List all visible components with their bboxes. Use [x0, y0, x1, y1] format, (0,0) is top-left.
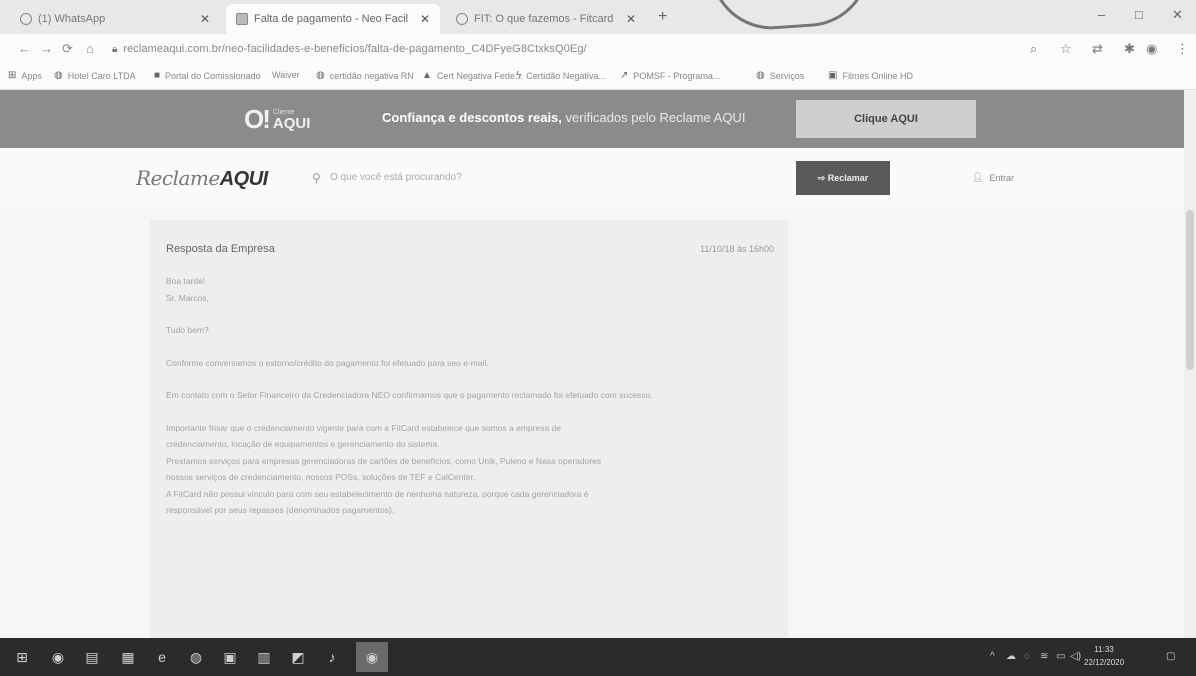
menu-kebab-icon[interactable]: ⋮: [1176, 41, 1189, 57]
bookmark-cert-federal[interactable]: ▲ Cert Negativa Fede...: [422, 70, 522, 81]
response-date: 11/10/18 às 16h00: [700, 244, 774, 254]
browser-toolbar: ← → ⟳ ⌂ 🔒︎ reclameaqui.com.br/neo-facili…: [0, 34, 1196, 64]
globe-icon: ◍: [54, 70, 63, 81]
globe-icon: ◍: [316, 70, 325, 81]
maximize-button[interactable]: □: [1135, 7, 1143, 22]
clique-aqui-button[interactable]: Clique AQUI: [796, 100, 976, 138]
tab-close-icon[interactable]: ✕: [626, 12, 636, 26]
search-input[interactable]: [330, 168, 750, 186]
response-paragraph: Prestamos serviços para empresas gerenci…: [166, 455, 602, 466]
response-paragraph: credenciamento, locação de equipamentos …: [166, 439, 440, 449]
megaphone-icon: ⇨: [817, 172, 828, 183]
response-greeting: Boa tarde!: [166, 276, 206, 286]
response-card: Resposta da Empresa 11/10/18 às 16h00 Bo…: [150, 220, 788, 638]
response-paragraph: Importante frisar que o credenciamento v…: [166, 422, 561, 433]
response-paragraph: nossos serviços de credenciamento, nosso…: [166, 472, 476, 482]
response-salutation: Sr. Marcos,: [166, 292, 209, 303]
response-paragraph: A FitCard não possui vínculo para com se…: [166, 488, 589, 499]
battery-icon[interactable]: ▭: [1056, 651, 1065, 662]
entrar-link[interactable]: 👤︎ Entrar: [972, 172, 1014, 183]
chrome-icon[interactable]: ◉: [48, 647, 68, 667]
translate-icon[interactable]: ⇄: [1092, 41, 1103, 57]
bolt-icon: ϟ: [516, 70, 522, 81]
tab-falta-de-pagamento[interactable]: Falta de pagamento - Neo Facil ✕: [226, 4, 440, 34]
drive-icon: ▲: [422, 70, 432, 81]
reclameaqui-favicon-icon: [236, 13, 248, 25]
reclamar-button[interactable]: ⇨ Reclamar: [796, 161, 890, 195]
forward-arrow-icon[interactable]: →: [40, 41, 53, 56]
edge-icon[interactable]: e: [152, 647, 172, 667]
taskbar-clock[interactable]: 11:33 22/12/2020: [1084, 643, 1124, 669]
groove-icon[interactable]: ♪: [322, 647, 342, 667]
profile-avatar-icon[interactable]: ◉: [1146, 41, 1157, 57]
new-tab-button[interactable]: +: [658, 8, 667, 26]
fitcard-favicon-icon: [456, 13, 468, 25]
tab-close-icon[interactable]: ✕: [420, 12, 430, 26]
whatsapp-favicon-icon: [20, 13, 32, 25]
chrome-running-icon[interactable]: ◉: [356, 642, 388, 672]
reload-icon[interactable]: ⟳: [62, 41, 73, 57]
bookmark-waiver[interactable]: Waiver: [272, 70, 300, 80]
promo-headline: Confiança e descontos reais, verificados…: [382, 110, 746, 125]
bookmark-filmes[interactable]: ▣ Filmes Online HD: [828, 70, 913, 81]
bookmark-square-icon: ■: [154, 70, 161, 81]
user-icon: 👤︎: [972, 172, 984, 182]
response-paragraph: responsável por seus repasses (denominad…: [166, 505, 395, 515]
paint-icon[interactable]: ◩: [288, 647, 308, 667]
bookmarks-bar: ⊞ Apps ◍ Hotel Caro LTDA ■ Portal do Comiss…: [0, 64, 1196, 90]
tab-strip: (1) WhatsApp ✕ Falta de pagamento - Neo …: [0, 0, 1196, 34]
bookmark-hotel[interactable]: ◍ Hotel Caro LTDA: [54, 70, 136, 81]
response-title: Resposta da Empresa: [166, 243, 275, 255]
address-bar[interactable]: 🔒︎ reclameaqui.com.br/neo-facilidades-e-…: [112, 39, 1012, 59]
tab-whatsapp[interactable]: (1) WhatsApp ✕: [10, 4, 220, 34]
link-icon: ↗: [620, 70, 629, 81]
globe-icon: ◍: [756, 70, 765, 81]
tab-close-icon[interactable]: ✕: [200, 12, 210, 26]
bookmark-star-icon[interactable]: ☆: [1060, 41, 1072, 57]
home-icon[interactable]: ⌂: [86, 41, 94, 56]
excel-icon[interactable]: ▦: [118, 647, 138, 667]
response-body: Boa tarde! Sr. Marcos, Tudo bem? Conform…: [166, 273, 776, 519]
cliente-aqui-logo: O! Cliente AQUI: [244, 104, 311, 134]
response-paragraph: Conforme conversamos o estorno/crédito d…: [166, 357, 489, 368]
file-explorer-icon[interactable]: ▤: [82, 647, 102, 667]
page-scrollbar[interactable]: [1184, 90, 1196, 638]
reclame-aqui-logo[interactable]: ReclameAQUI: [136, 166, 268, 191]
antivirus-icon[interactable]: ◌: [1024, 651, 1030, 662]
bookmark-certidao-negativa[interactable]: ϟ Certidão Negativa...: [516, 70, 606, 81]
tray-chevron-icon[interactable]: ^: [990, 651, 995, 662]
scroll-thumb[interactable]: [1186, 210, 1194, 370]
bookmark-apps[interactable]: ⊞ Apps: [8, 70, 42, 81]
windows-start-icon[interactable]: ⊞: [12, 647, 32, 667]
word-icon[interactable]: ▥: [254, 647, 274, 667]
search-lens-icon[interactable]: ⌕: [1030, 41, 1037, 57]
notification-icon[interactable]: ▢: [1166, 651, 1175, 662]
promo-banner: O! Cliente AQUI Confiança e descontos re…: [0, 90, 1196, 148]
response-paragraph: Tudo bem?: [166, 325, 209, 335]
firefox-icon[interactable]: ◍: [186, 647, 206, 667]
apps-grid-icon: ⊞: [8, 70, 17, 81]
response-paragraph: Em contato com o Setor Financeiro da Cre…: [166, 390, 653, 400]
weather-icon: ☁: [1006, 651, 1016, 662]
bookmark-servicos[interactable]: ◍ Serviços: [756, 70, 804, 81]
back-arrow-icon[interactable]: ←: [18, 41, 31, 56]
outlook-icon[interactable]: ▣: [220, 647, 240, 667]
minimize-button[interactable]: –: [1098, 7, 1105, 22]
close-window-button[interactable]: ✕: [1172, 7, 1183, 23]
bookmark-portal[interactable]: ■ Portal do Comissionado: [154, 70, 261, 81]
bookmark-certidao-rn[interactable]: ◍ certidão negativa RN: [316, 70, 414, 81]
search-icon: ⚲: [312, 171, 321, 185]
tab-fitcard[interactable]: FIT: O que fazemos - Fitcard ✕: [446, 4, 646, 34]
wifi-icon[interactable]: ≋: [1040, 651, 1048, 662]
ink-stamp: [710, 0, 874, 34]
page-content: Resposta da Empresa 11/10/18 às 16h00 Bo…: [0, 208, 1184, 638]
extensions-puzzle-icon[interactable]: ✱: [1124, 41, 1135, 57]
site-header: ReclameAQUI ⚲ ⇨ Reclamar 👤︎Entrar: [0, 148, 1196, 208]
bookmark-pomsf[interactable]: ↗ POMSF - Programa...: [620, 70, 720, 81]
film-icon: ▣: [828, 70, 838, 81]
lock-icon: 🔒︎: [112, 43, 118, 55]
url-text[interactable]: reclameaqui.com.br/neo-facilidades-e-ben…: [123, 43, 586, 55]
windows-taskbar: ⊞ ◉ ▤ ▦ e ◍ ▣ ▥ ◩ ♪ ◉ ^ ☁ ◌ ≋ ▭ ◁) 11:33…: [0, 638, 1196, 676]
volume-icon[interactable]: ◁): [1070, 651, 1081, 662]
